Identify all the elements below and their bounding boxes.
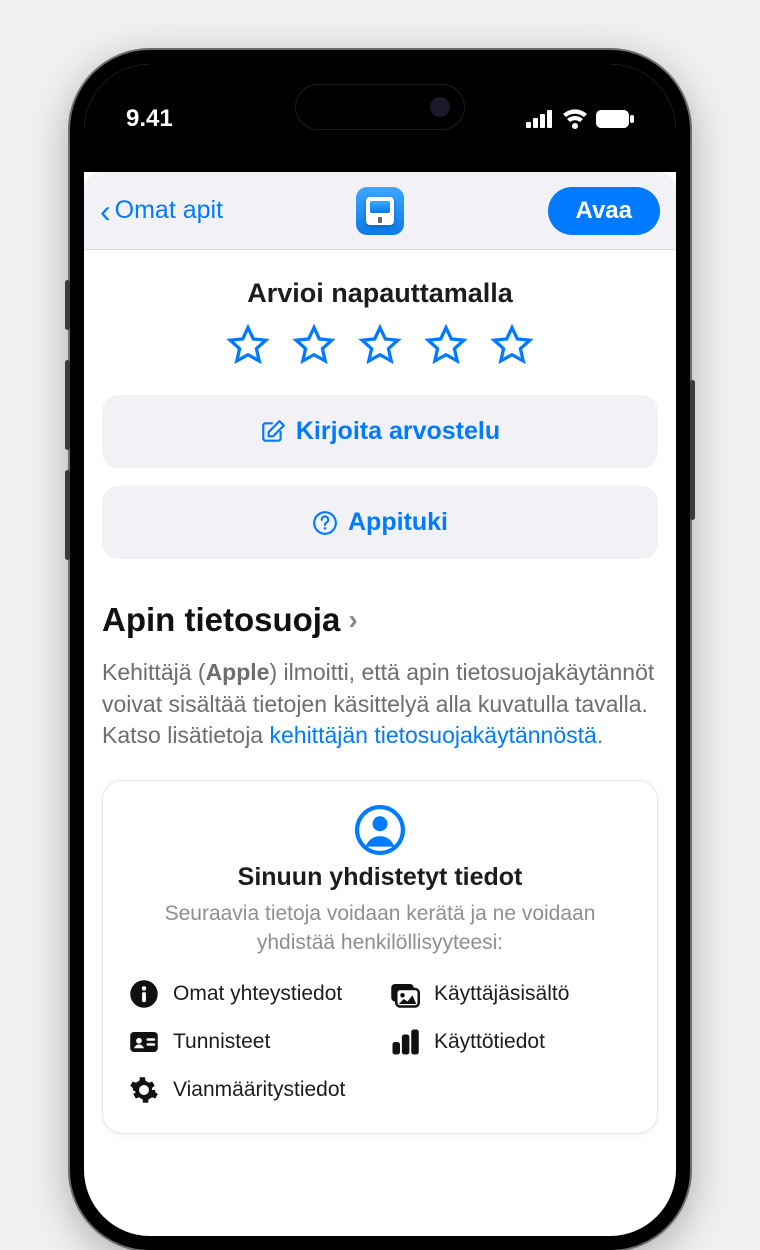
data-type-grid: Omat yhteystiedot Käyttäjäsisältö Tunnis… xyxy=(129,979,631,1105)
star-3[interactable] xyxy=(358,323,402,367)
chevron-right-icon: › xyxy=(348,604,357,636)
battery-icon xyxy=(596,110,634,128)
privacy-policy-link[interactable]: kehittäjän tietosuojakäytännöstä xyxy=(269,722,596,748)
bar-chart-icon xyxy=(390,1027,420,1057)
app-icon[interactable] xyxy=(356,187,404,235)
open-button[interactable]: Avaa xyxy=(548,187,660,235)
compose-icon xyxy=(260,419,286,445)
rating-title: Arvioi napauttamalla xyxy=(102,278,658,309)
data-usage: Käyttötiedot xyxy=(390,1027,631,1057)
data-diagnostics: Vianmääritystiedot xyxy=(129,1075,370,1105)
star-5[interactable] xyxy=(490,323,534,367)
status-icons xyxy=(526,109,634,129)
content: Arvioi napauttamalla Kirjoita arvostelu … xyxy=(84,250,676,1134)
data-linked-sub: Seuraavia tietoja voidaan kerätä ja ne v… xyxy=(129,900,631,957)
dynamic-island xyxy=(295,84,465,130)
data-usage-label: Käyttötiedot xyxy=(434,1030,545,1054)
app-support-button[interactable]: Appituki xyxy=(102,486,658,559)
user-icon xyxy=(129,805,631,855)
star-1[interactable] xyxy=(226,323,270,367)
chevron-left-icon: ‹ xyxy=(100,195,111,227)
app-privacy-text: Kehittäjä (Apple) ilmoitti, että apin ti… xyxy=(102,657,658,752)
photos-icon xyxy=(390,979,420,1009)
back-button[interactable]: ‹ Omat apit xyxy=(100,195,223,227)
app-privacy-header[interactable]: Apin tietosuoja › xyxy=(102,601,658,639)
wifi-icon xyxy=(562,109,588,129)
data-user-content: Käyttäjäsisältö xyxy=(390,979,631,1009)
app-support-label: Appituki xyxy=(348,508,448,537)
cellular-icon xyxy=(526,110,554,128)
star-4[interactable] xyxy=(424,323,468,367)
data-identifiers-label: Tunnisteet xyxy=(173,1030,270,1054)
volume-up-button xyxy=(65,360,70,450)
nav-bar: ‹ Omat apit Avaa xyxy=(84,172,676,250)
open-label: Avaa xyxy=(576,197,632,224)
back-label: Omat apit xyxy=(115,196,223,225)
info-icon xyxy=(129,979,159,1009)
data-linked-card: Sinuun yhdistetyt tiedot Seuraavia tieto… xyxy=(102,780,658,1134)
data-user-content-label: Käyttäjäsisältö xyxy=(434,982,569,1006)
sheet-background xyxy=(84,156,676,172)
data-linked-title: Sinuun yhdistetyt tiedot xyxy=(129,863,631,892)
data-contact-info: Omat yhteystiedot xyxy=(129,979,370,1009)
write-review-button[interactable]: Kirjoita arvostelu xyxy=(102,395,658,468)
volume-down-button xyxy=(65,470,70,560)
privacy-text-end: . xyxy=(597,722,603,748)
rating-stars xyxy=(102,323,658,367)
data-identifiers: Tunnisteet xyxy=(129,1027,370,1057)
keynote-icon xyxy=(366,197,394,225)
app-privacy-title: Apin tietosuoja xyxy=(102,601,340,639)
privacy-developer: Apple xyxy=(206,659,270,685)
phone-frame: 9.41 ‹ Omat apit Avaa Arvioi napautta xyxy=(70,50,690,1250)
data-diagnostics-label: Vianmääritystiedot xyxy=(173,1078,345,1102)
gear-icon xyxy=(129,1075,159,1105)
privacy-text-pre: Kehittäjä ( xyxy=(102,659,206,685)
power-button xyxy=(690,380,695,520)
status-time: 9.41 xyxy=(126,105,173,133)
status-bar: 9.41 xyxy=(84,64,676,156)
screen: 9.41 ‹ Omat apit Avaa Arvioi napautta xyxy=(84,64,676,1236)
data-contact-info-label: Omat yhteystiedot xyxy=(173,982,342,1006)
star-2[interactable] xyxy=(292,323,336,367)
ringer-switch xyxy=(65,280,70,330)
help-icon xyxy=(312,510,338,536)
write-review-label: Kirjoita arvostelu xyxy=(296,417,500,446)
id-card-icon xyxy=(129,1027,159,1057)
